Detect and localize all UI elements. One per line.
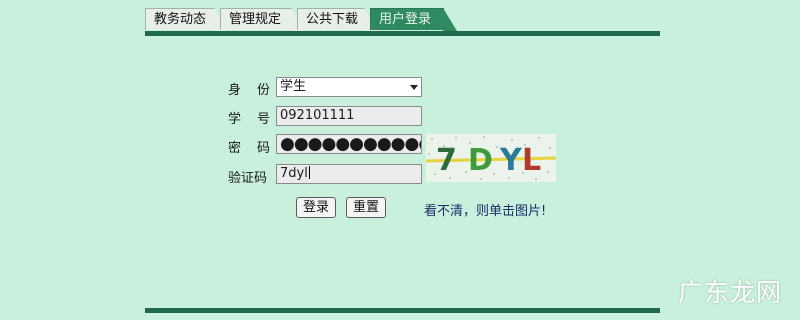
tab-news[interactable]: 教务动态 — [145, 8, 228, 31]
tab-regulations-label: 管理规定 — [229, 12, 282, 27]
captcha-char: 7 — [436, 143, 457, 178]
captcha-input-value: 7dyl — [280, 166, 308, 181]
student-id-label: 学号 — [228, 112, 270, 127]
identity-select-value: 学生 — [280, 79, 307, 94]
student-id-input[interactable]: 092101111 — [276, 106, 422, 126]
tab-downloads[interactable]: 公共下载 — [297, 8, 378, 31]
password-input[interactable]: ●●●●●●●●●●●● — [276, 134, 422, 154]
tab-user-login[interactable]: 用户登录 — [370, 8, 457, 31]
tab-regulations[interactable]: 管理规定 — [220, 8, 305, 31]
tab-bar: 教务动态 管理规定 公共下载 用户登录 — [145, 8, 665, 31]
captcha-image[interactable]: 7 D Y L — [426, 134, 556, 182]
captcha-char: D — [468, 143, 493, 178]
captcha-label: 验证码 — [228, 171, 268, 186]
captcha-char: L — [522, 143, 542, 178]
password-label: 密码 — [228, 141, 270, 156]
tab-news-label: 教务动态 — [154, 12, 207, 27]
text-cursor — [308, 166, 310, 179]
captcha-char: Y — [500, 143, 522, 178]
top-divider — [145, 31, 660, 36]
captcha-input[interactable]: 7dyl — [276, 164, 422, 184]
tab-downloads-label: 公共下载 — [306, 12, 359, 27]
tab-user-login-label: 用户登录 — [379, 12, 432, 27]
captcha-refresh-hint: 看不清，则单击图片! — [424, 204, 547, 219]
dropdown-arrow-icon[interactable] — [410, 85, 418, 90]
identity-select[interactable]: 学生 — [276, 77, 422, 97]
watermark: 广东龙网 — [678, 278, 783, 307]
identity-label: 身份 — [228, 83, 270, 98]
login-button[interactable]: 登录 — [296, 197, 337, 218]
bottom-divider — [145, 308, 660, 313]
reset-button[interactable]: 重置 — [346, 197, 387, 218]
